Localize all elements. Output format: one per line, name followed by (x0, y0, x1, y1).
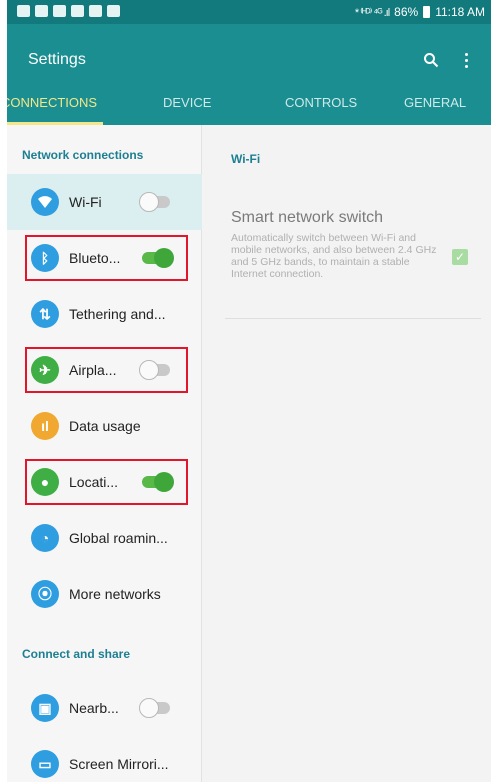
sidebar-item-screen-mirroring[interactable]: ▭ Screen Mirrori... (7, 736, 202, 782)
status-indicators: * ⁽ᴴᴰ⁾ ⁴ᴳ .ıl 86% 11:18 AM (355, 5, 485, 19)
battery-icon (423, 6, 431, 18)
section-connect-and-share: Connect and share (22, 647, 131, 661)
sidebar-item-label: Nearb... (69, 700, 119, 716)
page-title: Settings (28, 51, 86, 68)
sidebar-item-wifi[interactable]: Wi-Fi (7, 174, 202, 230)
phone-screen: * ⁽ᴴᴰ⁾ ⁴ᴳ .ıl 86% 11:18 AM Settings CONN… (7, 0, 491, 782)
tab-device[interactable]: DEVICE (163, 95, 211, 125)
global-roaming-icon: ◔ (31, 524, 59, 552)
data-usage-icon: ıl (31, 412, 59, 440)
sidebar-item-nearby[interactable]: ▣ Nearb... (7, 680, 202, 736)
notification-icons (17, 5, 120, 17)
highlight-box-airplane (25, 347, 188, 393)
gallery-notification-icon (17, 5, 30, 17)
app-bar: Settings (7, 24, 491, 91)
clock: 11:18 AM (435, 5, 485, 19)
signal-indicator: * ⁽ᴴᴰ⁾ ⁴ᴳ .ıl (354, 6, 390, 19)
divider (225, 318, 481, 319)
wifi-icon (31, 188, 59, 216)
app-notification-icon (107, 5, 120, 17)
battery-level: 86% (394, 5, 419, 19)
bag-notification-icon (89, 5, 102, 17)
sidebar-item-label: Data usage (69, 418, 141, 434)
message-notification-icon (35, 5, 48, 17)
tab-general[interactable]: GENERAL (404, 95, 466, 125)
nearby-icon: ▣ (31, 694, 59, 722)
highlight-box-bluetooth (25, 235, 188, 281)
status-bar: * ⁽ᴴᴰ⁾ ⁴ᴳ .ıl 86% 11:18 AM (7, 0, 491, 24)
sidebar-item-global-roaming[interactable]: ◔ Global roamin... (7, 510, 202, 566)
tab-connections[interactable]: CONNECTIONS (7, 95, 104, 125)
sidebar-item-label: Tethering and... (69, 306, 166, 322)
section-network-connections: Network connections (22, 148, 144, 162)
tethering-icon: ⇅ (31, 300, 59, 328)
more-networks-icon: ⦿ (31, 580, 59, 608)
tab-bar: CONNECTIONS DEVICE CONTROLS GENERAL (7, 91, 491, 125)
sidebar-item-tethering[interactable]: ⇅ Tethering and... (7, 286, 202, 342)
smart-network-switch-title[interactable]: Smart network switch (231, 209, 383, 227)
nearby-toggle[interactable] (139, 698, 170, 718)
sidebar-item-label: More networks (69, 586, 161, 602)
smart-network-switch-description: Automatically switch between Wi-Fi and m… (231, 232, 437, 280)
sidebar-item-data-usage[interactable]: ıl Data usage (7, 398, 202, 454)
wifi-toggle[interactable] (139, 192, 170, 212)
detail-pane: Wi-Fi Smart network switch Automatically… (203, 125, 491, 782)
alert-notification-icon (53, 5, 66, 17)
search-icon[interactable] (423, 52, 439, 68)
screen-mirroring-icon: ▭ (31, 750, 59, 778)
smart-network-switch-checkbox[interactable]: ✓ (452, 249, 468, 265)
sidebar-item-label: Screen Mirrori... (69, 756, 169, 772)
sidebar-item-label: Global roamin... (69, 530, 168, 546)
tab-controls[interactable]: CONTROLS (285, 95, 357, 125)
highlight-box-location (25, 459, 188, 505)
more-vert-icon[interactable] (465, 53, 469, 69)
detail-header: Wi-Fi (231, 152, 261, 166)
image-notification-icon (71, 5, 84, 17)
settings-list: Network connections Wi-Fi ᛒ Blueto... ⇅ … (7, 125, 202, 782)
sidebar-item-label: Wi-Fi (69, 194, 102, 210)
sidebar-item-more-networks[interactable]: ⦿ More networks (7, 566, 202, 622)
